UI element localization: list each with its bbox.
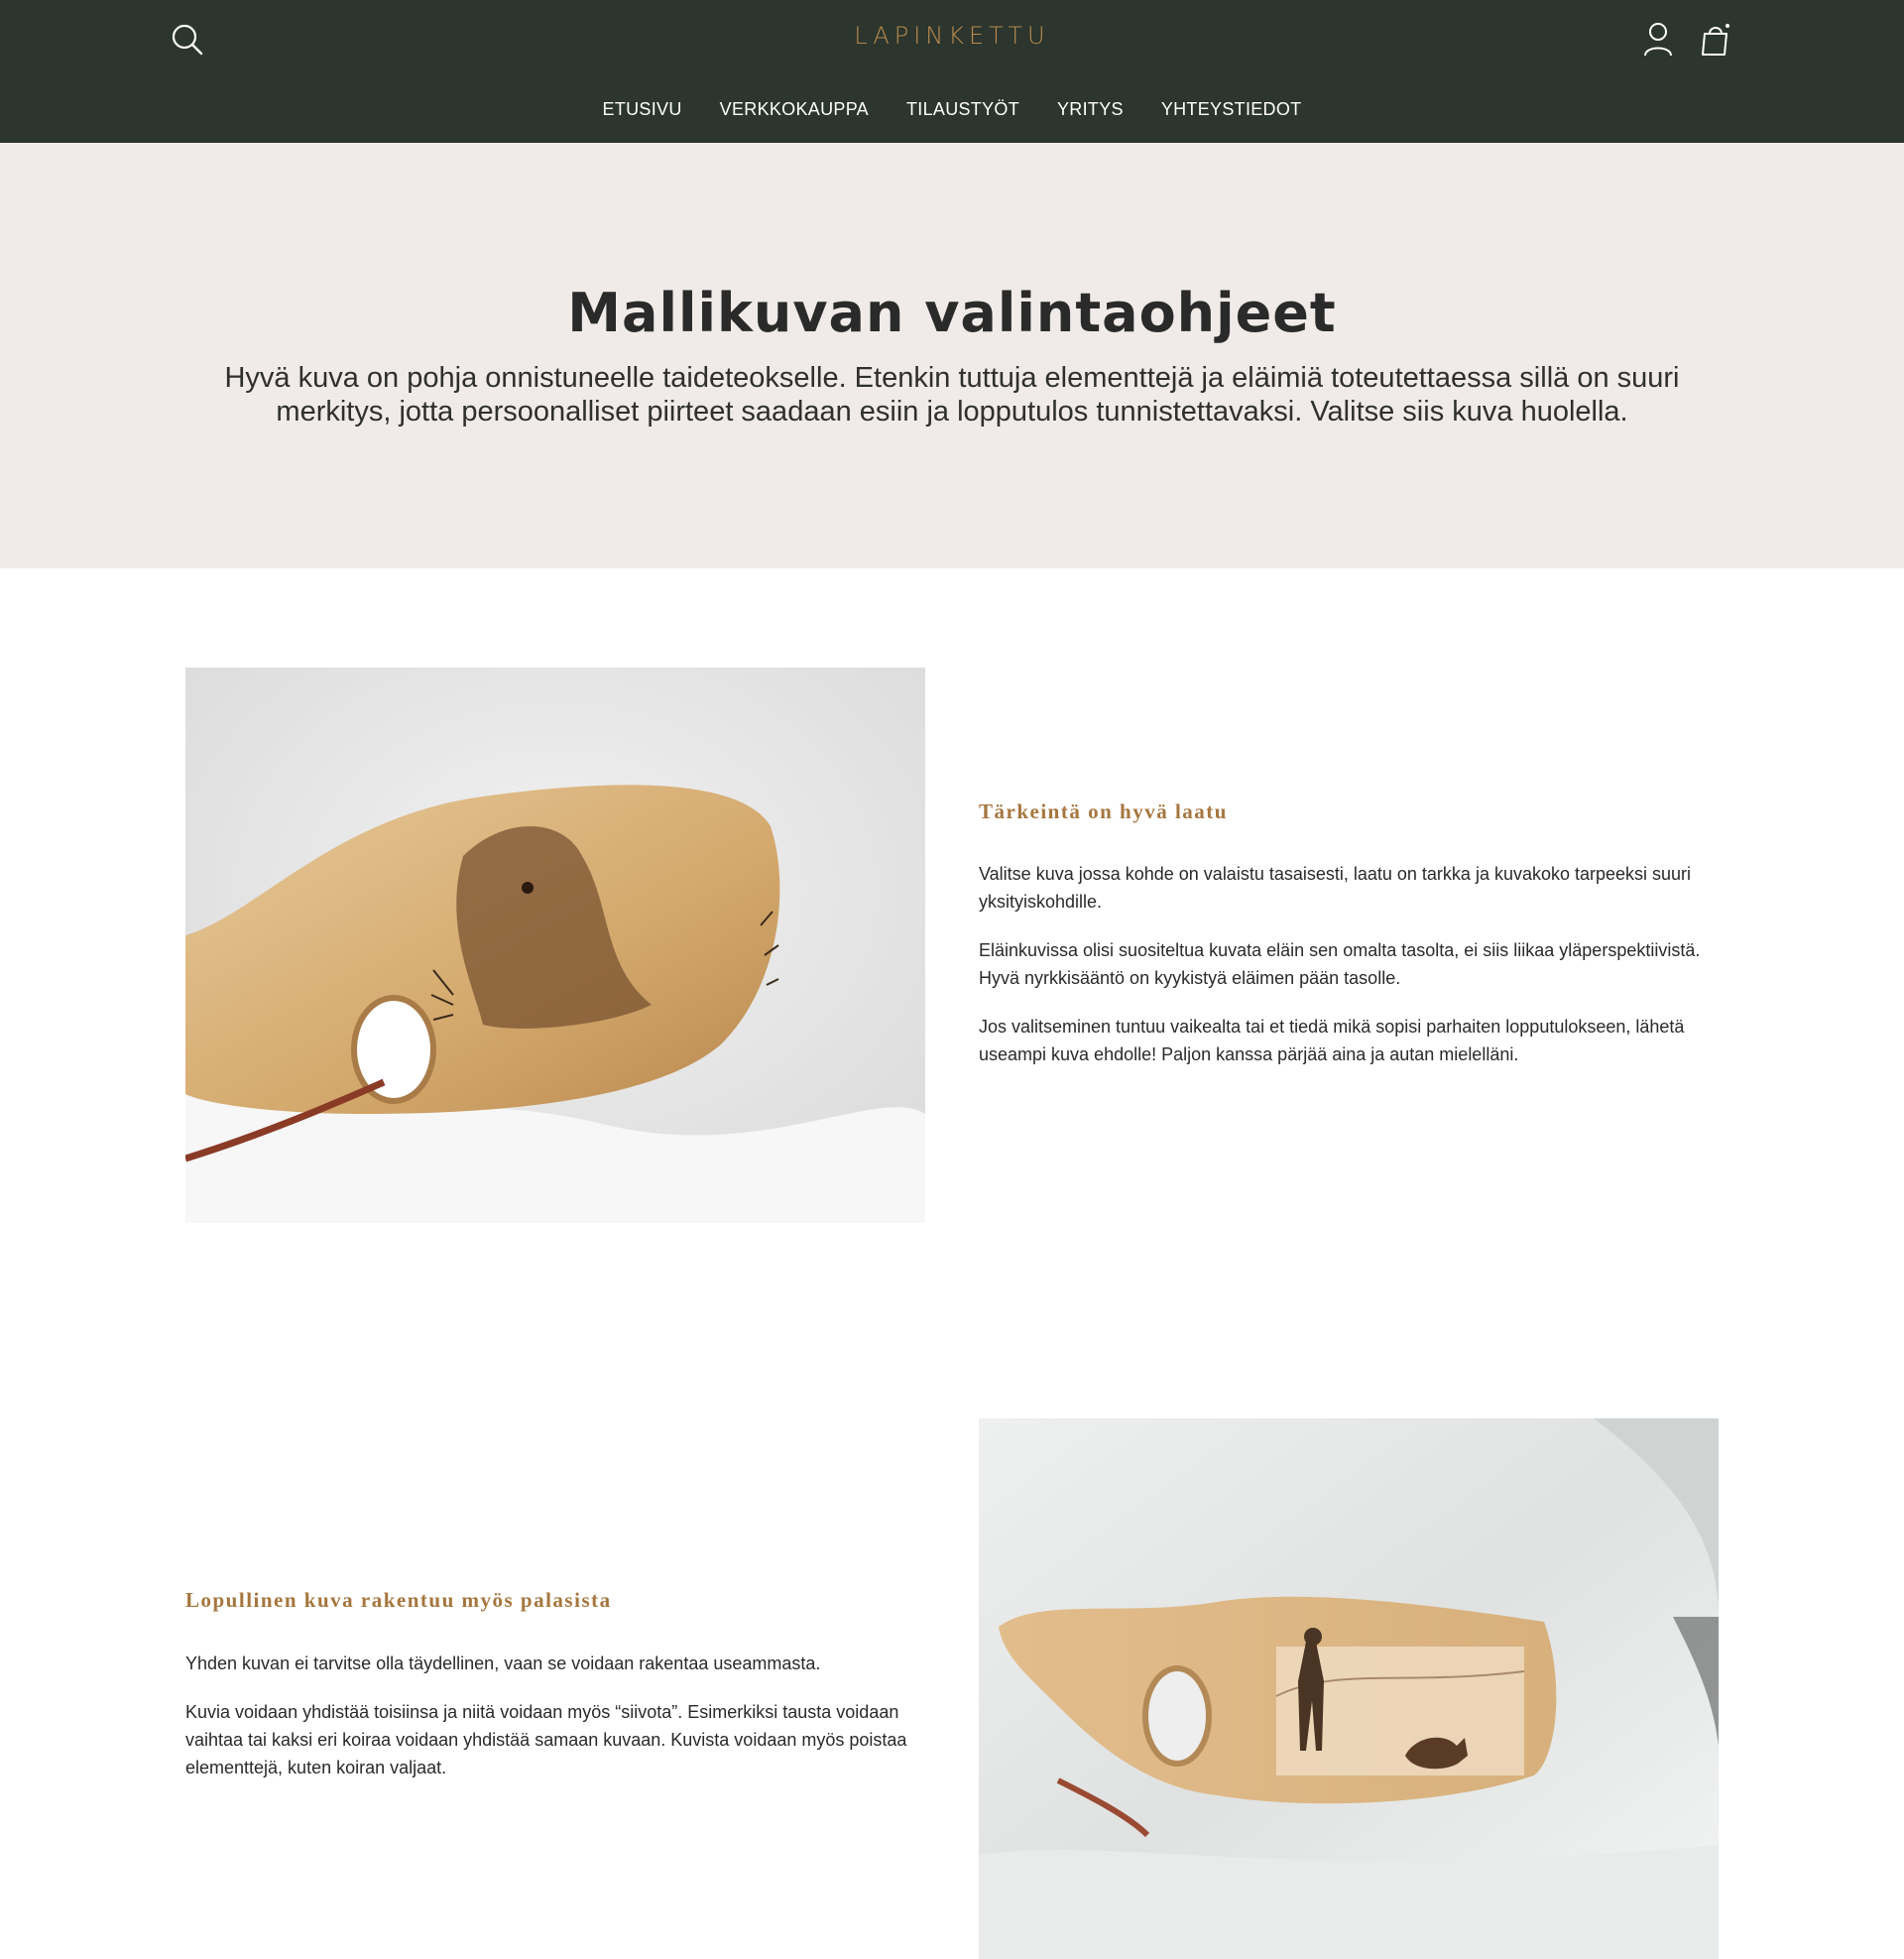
logo-link[interactable]: LAPINKETTU bbox=[854, 22, 1049, 50]
kuksa-hunter-photo bbox=[979, 1418, 1719, 1959]
hero-section: Mallikuvan valintaohjeet Hyvä kuva on po… bbox=[0, 143, 1904, 568]
nav-item-yritys[interactable]: YRITYS bbox=[1057, 99, 1124, 120]
shopping-bag-icon[interactable] bbox=[1698, 22, 1733, 58]
paragraph: Yhden kuvan ei tarvitse olla täydellinen… bbox=[185, 1653, 821, 1673]
user-icon[interactable] bbox=[1642, 22, 1674, 58]
search-icon[interactable] bbox=[170, 22, 205, 58]
nav-item-yhteystiedot[interactable]: YHTEYSTIEDOT bbox=[1161, 99, 1302, 120]
site-logo: LAPINKETTU bbox=[0, 22, 1904, 50]
section-title-quality: Tärkeintä on hyvä laatu bbox=[979, 799, 1228, 823]
nav-item-verkkokauppa[interactable]: VERKKOKAUPPA bbox=[720, 99, 869, 120]
section-title-pieces: Lopullinen kuva rakentuu myös palasista bbox=[185, 1588, 612, 1612]
section-text-quality: Valitse kuva jossa kohde on valaistu tas… bbox=[979, 860, 1725, 1089]
main-nav: ETUSIVU VERKKOKAUPPA TILAUSTYÖT YRITYS Y… bbox=[0, 99, 1904, 120]
paragraph: Kuvia voidaan yhdistää toisiinsa ja niit… bbox=[185, 1702, 907, 1777]
site-header: LAPINKETTU ETUSIVU VERKKOKAUPPA TILAUSTY… bbox=[0, 0, 1904, 143]
page-title: Mallikuvan valintaohjeet bbox=[567, 282, 1337, 344]
section-text-pieces: Yhden kuvan ei tarvitse olla täydellinen… bbox=[185, 1650, 931, 1802]
nav-item-etusivu[interactable]: ETUSIVU bbox=[603, 99, 682, 120]
kuksa-dog-photo bbox=[185, 668, 925, 1223]
nav-item-tilaustyot[interactable]: TILAUSTYÖT bbox=[906, 99, 1019, 120]
paragraph: Valitse kuva jossa kohde on valaistu tas… bbox=[979, 864, 1692, 912]
paragraph: Jos valitseminen tuntuu vaikealta tai et… bbox=[979, 1017, 1685, 1064]
hero-intro-text: Hyvä kuva on pohja onnistuneelle taidete… bbox=[224, 362, 1680, 428]
paragraph: Eläinkuvissa olisi suositeltua kuvata el… bbox=[979, 940, 1701, 988]
